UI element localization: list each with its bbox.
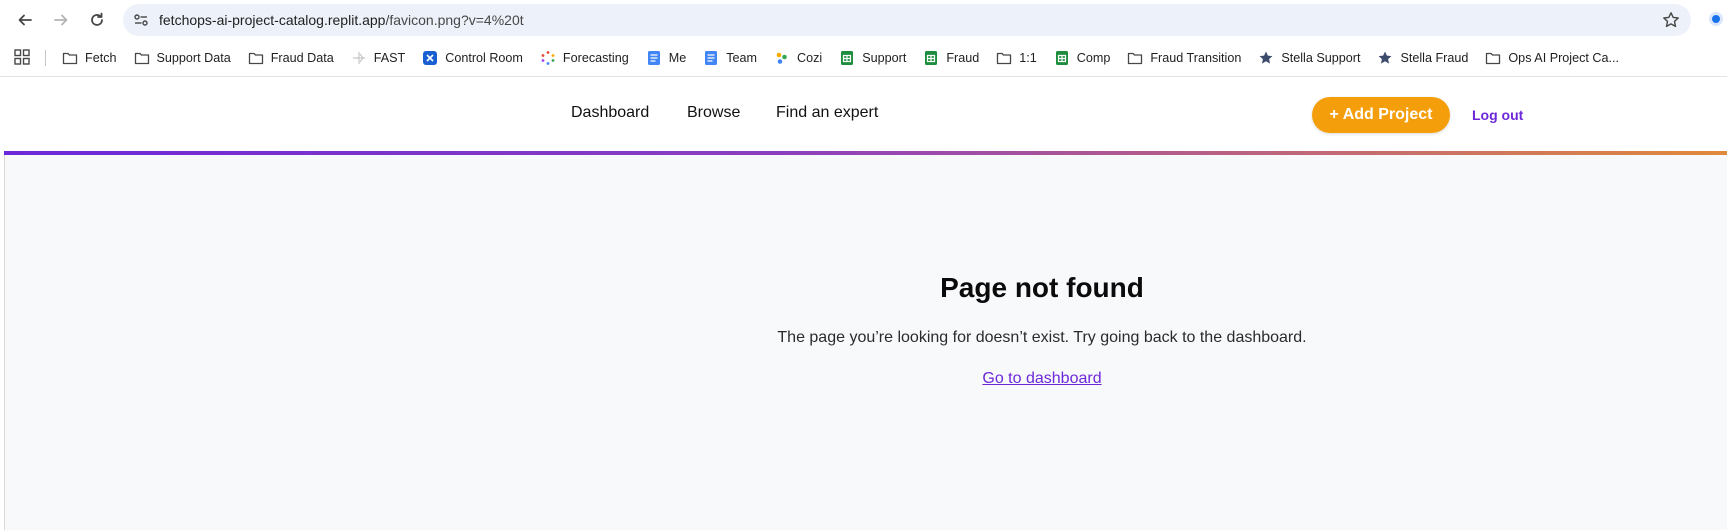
app-header: Dashboard Browse Find an expert + Add Pr…: [4, 77, 1727, 151]
bookmark-item[interactable]: Fraud Data: [240, 46, 343, 70]
bookmark-item[interactable]: Support Data: [126, 46, 240, 70]
reload-button[interactable]: [86, 9, 108, 31]
bookmark-star-icon[interactable]: [1662, 11, 1680, 29]
bookmark-item[interactable]: Fetch: [54, 46, 126, 70]
extension-icon[interactable]: [1708, 11, 1724, 27]
nav-find-expert[interactable]: Find an expert: [776, 104, 878, 122]
docs-icon: [646, 50, 662, 66]
site-info-icon[interactable]: [133, 12, 149, 28]
bookmark-label: Fetch: [85, 51, 117, 65]
bookmarks-bar: Fetch Support Data Fraud Data FAST Control R…: [0, 40, 1727, 77]
bookmark-label: Ops AI Project Ca...: [1508, 51, 1619, 65]
not-found-message: The page you’re looking for doesn’t exis…: [777, 329, 1307, 346]
bookmark-item[interactable]: Support: [831, 46, 915, 70]
bookmark-label: Control Room: [445, 51, 523, 65]
control-room-icon: [422, 50, 438, 66]
bookmark-item[interactable]: Stella Fraud: [1369, 46, 1477, 70]
bookmark-label: Fraud: [946, 51, 980, 65]
browser-toolbar: fetchops-ai-project-catalog.replit.app/f…: [0, 0, 1727, 40]
add-project-button[interactable]: + Add Project: [1312, 97, 1450, 133]
folder-icon: [1485, 50, 1501, 66]
bookmark-label: Support: [862, 51, 907, 65]
go-to-dashboard-link-row: Go to dashboard: [0, 370, 1727, 388]
url-path: /favicon.png?v=4%20t: [385, 12, 524, 28]
bookmark-item[interactable]: Stella Support: [1250, 46, 1369, 70]
reload-icon: [91, 12, 103, 26]
bookmark-item[interactable]: Cozi: [766, 46, 831, 70]
bookmark-label: Stella Fraud: [1400, 51, 1469, 65]
bookmark-item[interactable]: Team: [695, 46, 766, 70]
bookmark-item[interactable]: Comp: [1046, 46, 1120, 70]
address-bar[interactable]: fetchops-ai-project-catalog.replit.app/f…: [123, 4, 1691, 36]
bookmark-item[interactable]: FAST: [343, 46, 415, 70]
bookmark-label: Forecasting: [562, 51, 629, 65]
apps-grid-icon[interactable]: [14, 49, 30, 65]
nav-dashboard[interactable]: Dashboard: [571, 104, 649, 122]
folder-icon: [996, 50, 1012, 66]
folder-icon: [62, 50, 78, 66]
docs-icon: [703, 50, 719, 66]
bookmark-item[interactable]: 1:1: [988, 46, 1046, 70]
fast-icon: [351, 50, 367, 66]
star-icon: [1377, 50, 1393, 66]
bookmark-item[interactable]: Fraud: [915, 46, 988, 70]
url-host: fetchops-ai-project-catalog.replit.app: [159, 12, 386, 28]
go-to-dashboard-link[interactable]: Go to dashboard: [982, 370, 1101, 387]
sheets-icon: [839, 50, 855, 66]
bookmark-label: Team: [726, 51, 758, 65]
bookmark-label: 1:1: [1019, 51, 1037, 65]
nav-browse[interactable]: Browse: [687, 104, 740, 122]
bookmark-item[interactable]: Fraud Transition: [1119, 46, 1250, 70]
folder-icon: [134, 50, 150, 66]
back-arrow-icon: [18, 14, 32, 26]
bookmark-label: FAST: [373, 51, 406, 65]
bookmark-item[interactable]: Ops AI Project Ca...: [1477, 46, 1628, 70]
sheets-icon: [1054, 50, 1070, 66]
bookmark-label: Fraud Data: [270, 51, 334, 65]
forward-arrow-icon: [54, 14, 68, 26]
sheets-icon: [923, 50, 939, 66]
bookmark-label: Fraud Transition: [1150, 51, 1242, 65]
back-button[interactable]: [14, 9, 36, 31]
bookmark-item[interactable]: Me: [638, 46, 696, 70]
page-title: Page not found: [940, 272, 1144, 303]
folder-icon: [248, 50, 264, 66]
bookmark-item[interactable]: Control Room: [414, 46, 532, 70]
cozi-icon: [774, 50, 790, 66]
folder-icon: [1127, 50, 1143, 66]
forward-button[interactable]: [50, 9, 72, 31]
bookmark-label: Cozi: [797, 51, 823, 65]
header-gradient-bar: [4, 151, 1727, 155]
star-icon: [1258, 50, 1274, 66]
url-text[interactable]: fetchops-ai-project-catalog.replit.app/f…: [159, 12, 524, 28]
logout-link[interactable]: Log out: [1472, 107, 1523, 123]
bookmark-list: Fetch Support Data Fraud Data FAST Control R…: [54, 46, 1628, 70]
bookmark-label: Me: [668, 51, 687, 65]
bookmarks-separator: [45, 50, 46, 66]
bookmark-item[interactable]: Forecasting: [532, 46, 638, 70]
bookmark-label: Comp: [1076, 51, 1111, 65]
bookmark-label: Stella Support: [1281, 51, 1361, 65]
bookmark-label: Support Data: [156, 51, 231, 65]
forecasting-icon: [540, 50, 556, 66]
